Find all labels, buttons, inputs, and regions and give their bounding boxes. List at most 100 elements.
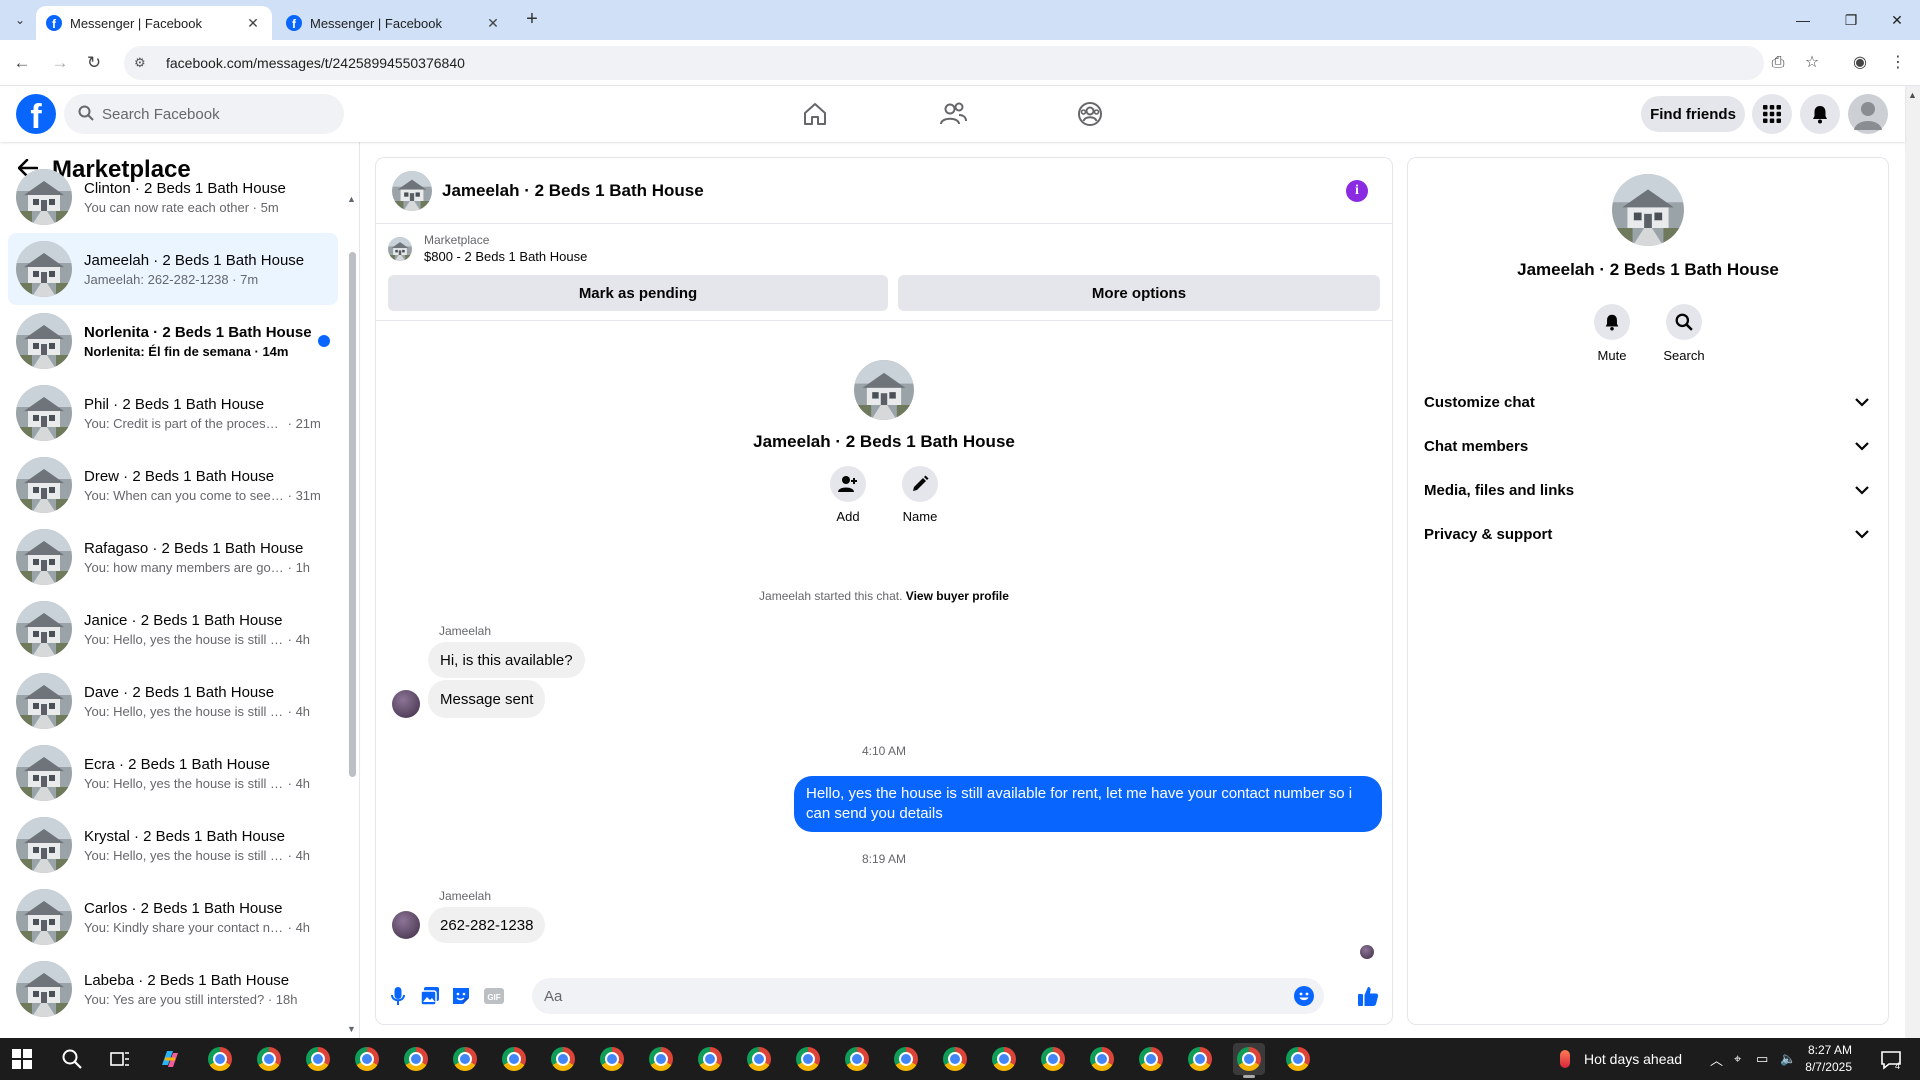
- customize-chat-section[interactable]: Customize chat: [1424, 380, 1872, 424]
- listing-info[interactable]: Marketplace $800 - 2 Beds 1 Bath House: [388, 233, 587, 264]
- conversation-item[interactable]: Norlenita · 2 Beds 1 Bath House Norlenita…: [8, 305, 338, 377]
- gif-icon[interactable]: GIF: [482, 984, 506, 1008]
- search-icon[interactable]: [1666, 304, 1702, 340]
- taskbar-clock[interactable]: 8:27 AM 8/7/2025: [1800, 1042, 1852, 1076]
- sender-avatar[interactable]: [392, 690, 420, 718]
- conversation-thumbnail[interactable]: [392, 170, 432, 211]
- photo-icon[interactable]: [418, 984, 442, 1008]
- close-tab-icon[interactable]: ✕: [244, 15, 262, 32]
- location-icon[interactable]: ⌖: [1734, 1038, 1741, 1080]
- network-icon[interactable]: ▭: [1756, 1038, 1768, 1080]
- mark-as-pending-button[interactable]: Mark as pending: [388, 275, 888, 311]
- incoming-message[interactable]: 262-282-1238: [428, 907, 546, 943]
- tab-search-chevron-icon[interactable]: ⌄: [8, 8, 32, 32]
- conversation-item[interactable]: Jameelah · 2 Beds 1 Bath House Jameelah: …: [8, 233, 338, 305]
- conversation-item[interactable]: Krystal · 2 Beds 1 Bath House You: Hello,…: [8, 809, 338, 881]
- mute-action[interactable]: Mute: [1594, 304, 1630, 363]
- tray-chevron-up-icon[interactable]: ︿: [1710, 1038, 1723, 1080]
- media-files-links-section[interactable]: Media, files and links: [1424, 468, 1872, 512]
- microphone-icon[interactable]: [386, 984, 410, 1008]
- message-input-box[interactable]: [532, 978, 1324, 1014]
- view-buyer-profile-link[interactable]: View buyer profile: [906, 589, 1009, 603]
- bell-icon[interactable]: [1594, 304, 1630, 340]
- incoming-message[interactable]: Message sent: [428, 680, 546, 718]
- chat-title[interactable]: Jameelah · 2 Beds 1 Bath House: [442, 181, 704, 201]
- conversation-item[interactable]: Clinton · 2 Beds 1 Bath House You can now…: [8, 161, 338, 233]
- chrome-taskbar-icon[interactable]: [400, 1043, 432, 1075]
- privacy-support-section[interactable]: Privacy & support: [1424, 512, 1872, 556]
- site-info-icon[interactable]: ⚙: [134, 55, 152, 71]
- chrome-taskbar-icon[interactable]: [1037, 1043, 1069, 1075]
- minimize-icon[interactable]: —: [1780, 0, 1826, 40]
- notifications-bell-icon[interactable]: [1800, 94, 1840, 134]
- chrome-taskbar-icon[interactable]: [890, 1043, 922, 1075]
- name-action[interactable]: Name: [902, 466, 938, 524]
- details-thumbnail[interactable]: [1612, 174, 1684, 246]
- page-scrollbar[interactable]: ▲: [1905, 86, 1920, 1038]
- chrome-taskbar-icon[interactable]: [792, 1043, 824, 1075]
- add-person-icon[interactable]: [830, 466, 866, 502]
- chrome-taskbar-icon[interactable]: [743, 1043, 775, 1075]
- pencil-icon[interactable]: [902, 466, 938, 502]
- conversation-item[interactable]: Labeba · 2 Beds 1 Bath House You: Yes are…: [8, 953, 338, 1025]
- browser-menu-icon[interactable]: ⋮: [1886, 51, 1910, 75]
- chat-members-section[interactable]: Chat members: [1424, 424, 1872, 468]
- like-thumbs-up-icon[interactable]: [1356, 984, 1380, 1008]
- install-app-icon[interactable]: ⎙: [1766, 51, 1790, 75]
- chrome-taskbar-icon[interactable]: [1233, 1043, 1265, 1078]
- conversation-item[interactable]: Drew · 2 Beds 1 Bath House You: When can …: [8, 449, 338, 521]
- chrome-taskbar-icon[interactable]: [1184, 1043, 1216, 1075]
- restore-icon[interactable]: ❐: [1828, 0, 1874, 40]
- chrome-taskbar-icon[interactable]: [939, 1043, 971, 1075]
- chrome-taskbar-icon[interactable]: [645, 1043, 677, 1075]
- chrome-taskbar-icon[interactable]: [547, 1043, 579, 1075]
- chrome-taskbar-icon[interactable]: [204, 1043, 236, 1075]
- conversation-item[interactable]: Phil · 2 Beds 1 Bath House You: Credit is…: [8, 377, 338, 449]
- more-options-button[interactable]: More options: [898, 275, 1380, 311]
- add-action[interactable]: Add: [830, 466, 866, 524]
- bookmark-star-icon[interactable]: ☆: [1800, 51, 1824, 75]
- facebook-search[interactable]: [64, 94, 344, 134]
- groups-icon[interactable]: [1035, 92, 1145, 136]
- home-icon[interactable]: [760, 92, 870, 136]
- conversation-item[interactable]: Carlos · 2 Beds 1 Bath House You: Kindly …: [8, 881, 338, 953]
- chrome-taskbar-icon[interactable]: [351, 1043, 383, 1075]
- account-avatar[interactable]: [1848, 94, 1888, 134]
- weather-widget[interactable]: Hot days ahead: [1560, 1038, 1682, 1080]
- message-input[interactable]: [544, 987, 1264, 1005]
- sender-avatar[interactable]: [392, 911, 420, 939]
- scroll-up-arrow-icon[interactable]: ▲: [1908, 90, 1917, 100]
- new-tab-button[interactable]: +: [520, 8, 544, 32]
- outgoing-message[interactable]: Hello, yes the house is still available …: [794, 776, 1382, 832]
- facebook-logo-icon[interactable]: f: [16, 94, 56, 134]
- reload-icon[interactable]: ↻: [82, 51, 106, 75]
- back-arrow-icon[interactable]: ←: [10, 51, 34, 75]
- sticker-icon[interactable]: [449, 984, 473, 1008]
- search-input[interactable]: [102, 105, 302, 123]
- search-action[interactable]: Search: [1663, 304, 1705, 363]
- conversation-item[interactable]: Dave · 2 Beds 1 Bath House You: Hello, ye…: [8, 665, 338, 737]
- emoji-icon[interactable]: [1294, 986, 1314, 1006]
- chrome-taskbar-icon[interactable]: [449, 1043, 481, 1075]
- taskbar-search-icon[interactable]: [56, 1043, 88, 1075]
- chrome-taskbar-icon[interactable]: [1086, 1043, 1118, 1075]
- close-window-icon[interactable]: ✕: [1874, 0, 1920, 40]
- conversation-scrollbar[interactable]: [349, 252, 356, 777]
- chrome-taskbar-icon[interactable]: [498, 1043, 530, 1075]
- conversation-info-icon[interactable]: i: [1346, 180, 1368, 202]
- find-friends-button[interactable]: Find friends: [1641, 96, 1745, 132]
- chrome-taskbar-icon[interactable]: [841, 1043, 873, 1075]
- chrome-taskbar-icon[interactable]: [1135, 1043, 1167, 1075]
- incoming-message[interactable]: Hi, is this available?: [428, 642, 585, 678]
- conversation-item[interactable]: Rafagaso · 2 Beds 1 Bath House You: how m…: [8, 521, 338, 593]
- menu-grid-icon[interactable]: [1752, 94, 1792, 134]
- url-bar[interactable]: ⚙ facebook.com/messages/t/24258994550376…: [124, 46, 1764, 80]
- windows-start-icon[interactable]: [12, 1049, 32, 1069]
- conversation-item[interactable]: Ecra · 2 Beds 1 Bath House You: Hello, ye…: [8, 737, 338, 809]
- chrome-taskbar-icon[interactable]: [988, 1043, 1020, 1075]
- chrome-taskbar-icon[interactable]: [1282, 1043, 1314, 1075]
- task-view-icon[interactable]: [104, 1043, 136, 1075]
- close-tab-icon[interactable]: ✕: [484, 15, 502, 32]
- browser-tab[interactable]: f Messenger | Facebook ✕: [276, 6, 512, 40]
- chrome-taskbar-icon[interactable]: [302, 1043, 334, 1075]
